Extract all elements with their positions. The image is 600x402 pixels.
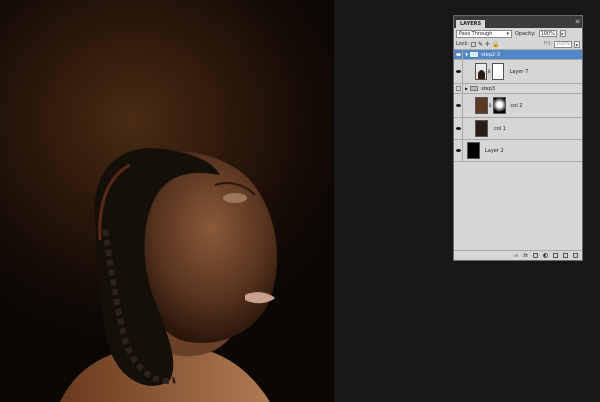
layer-row-col-1[interactable]: col 1 (454, 118, 582, 140)
opacity-value: 100% (540, 30, 555, 37)
layer-name: step3 (481, 85, 496, 92)
expand-triangle-icon[interactable]: ▼ (465, 52, 468, 57)
mask-link-icon[interactable]: 8 (489, 103, 492, 108)
layer-mask-thumbnail[interactable] (491, 63, 504, 80)
fill-label: Fill: (543, 41, 552, 47)
color-fill-thumbnail (475, 120, 488, 137)
expand-triangle-icon[interactable]: ▶ (465, 86, 468, 91)
document-canvas[interactable] (0, 0, 334, 402)
visibility-eye-icon[interactable] (454, 50, 463, 59)
opacity-field[interactable]: 100% (538, 30, 557, 37)
panel-menu-icon[interactable]: ≡ (575, 17, 580, 27)
lock-row: Lock: ✎ ✛ 🔒 Fill: 100% ▸ (454, 39, 582, 50)
mask-link-icon[interactable]: 8 (488, 69, 491, 74)
layer-name: col 1 (494, 125, 506, 132)
panel-titlebar[interactable]: LAYERS ≡ (454, 16, 582, 28)
blend-mode-value: Pass Through (459, 30, 493, 37)
chevron-down-icon: ▾ (506, 30, 509, 37)
new-layer-icon[interactable] (563, 253, 568, 258)
lock-all-icon[interactable]: 🔒 (492, 41, 499, 48)
fx-icon[interactable]: fx (523, 253, 528, 259)
lock-label: Lock: (456, 41, 470, 47)
layer-name: col 2 (510, 102, 523, 109)
layer-thumbnail (467, 142, 480, 159)
layer-row-step2-3[interactable]: ▼ step2-3 (454, 50, 582, 60)
mask-icon[interactable] (533, 253, 538, 258)
layer-thumbnail (475, 63, 487, 80)
adjustment-icon[interactable] (543, 253, 548, 258)
layers-panel: LAYERS ≡ Pass Through ▾ Opacity: 100% ▸ … (453, 15, 583, 261)
fill-slider-button[interactable]: ▸ (574, 40, 580, 48)
tab-layers[interactable]: LAYERS (456, 20, 486, 28)
layer-name: Layer 7 (509, 68, 529, 75)
portrait-photo (60, 148, 278, 402)
visibility-toggle[interactable] (454, 84, 463, 93)
trash-icon[interactable] (573, 253, 578, 258)
layer-row-step3[interactable]: ▶ step3 (454, 84, 582, 94)
color-fill-thumbnail (475, 97, 488, 114)
layer-name: Layer 2 (485, 147, 504, 154)
folder-icon[interactable] (553, 253, 558, 258)
folder-icon (470, 52, 479, 57)
folder-icon (470, 86, 479, 91)
layer-row-layer-2[interactable]: Layer 2 (454, 140, 582, 162)
blend-mode-select[interactable]: Pass Through ▾ (456, 29, 512, 38)
panel-bottom-toolbar: ∞ fx (454, 250, 582, 260)
blend-row: Pass Through ▾ Opacity: 100% ▸ (454, 28, 582, 39)
fill-value: 100% (556, 41, 571, 47)
layer-mask-thumbnail[interactable] (492, 97, 506, 114)
layers-list: ▼ step2-3 8 Layer 7 ▶ step3 8 col 2 col … (454, 50, 582, 162)
lock-move-icon[interactable]: ✛ (485, 41, 490, 48)
lock-transparent-icon[interactable] (471, 41, 477, 47)
layer-row-col-2[interactable]: 8 col 2 (454, 94, 582, 118)
visibility-eye-icon[interactable] (454, 140, 463, 161)
visibility-eye-icon[interactable] (454, 94, 463, 117)
layer-name: step2-3 (481, 51, 501, 58)
visibility-eye-icon[interactable] (454, 60, 463, 83)
opacity-slider-button[interactable]: ▸ (559, 30, 566, 37)
opacity-label: Opacity: (515, 30, 536, 37)
layer-row-layer-7[interactable]: 8 Layer 7 (454, 60, 582, 84)
fill-field[interactable]: 100% (554, 40, 572, 48)
link-icon[interactable]: ∞ (514, 253, 518, 259)
visibility-eye-icon[interactable] (454, 118, 463, 139)
lock-brush-icon[interactable]: ✎ (478, 41, 483, 48)
